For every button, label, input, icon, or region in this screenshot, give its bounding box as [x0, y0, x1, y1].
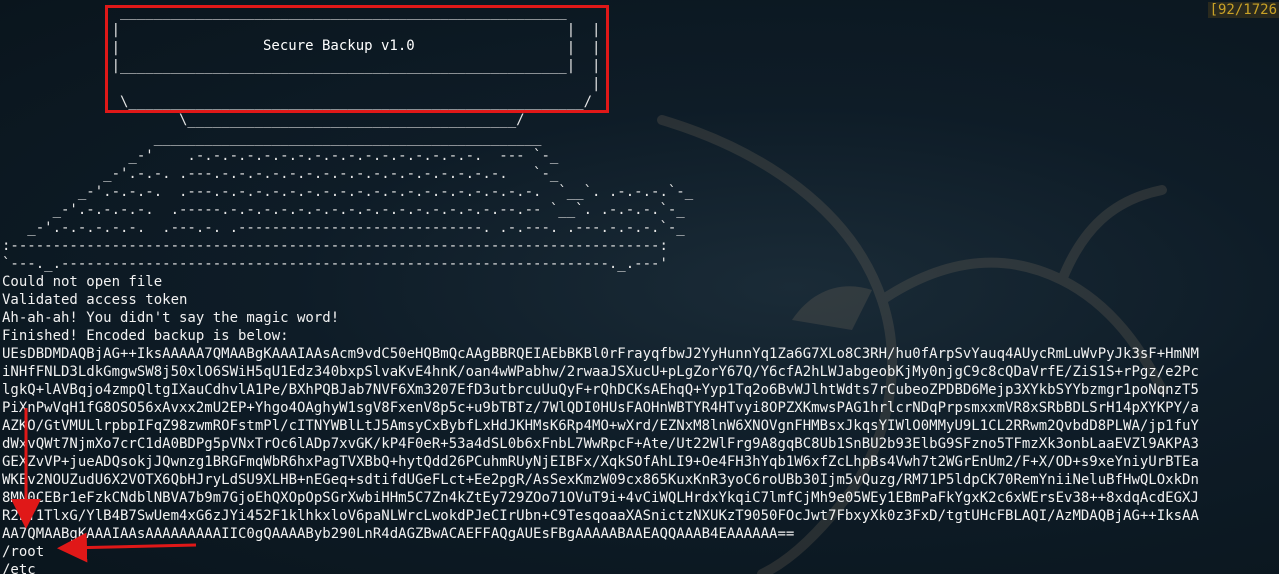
annotation-arrows	[11, 408, 197, 563]
annotation-arrow-horizontal	[57, 532, 197, 563]
